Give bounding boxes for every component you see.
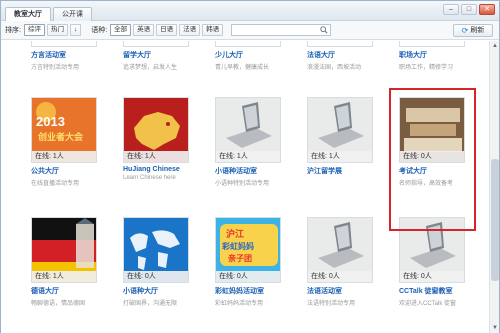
sort-composite-button[interactable]: 综评 <box>23 24 45 36</box>
room-thumbnail[interactable]: 在线: 0人 <box>123 217 189 283</box>
room-name[interactable]: 少儿大厅 <box>215 50 289 60</box>
refresh-label: 刷新 <box>470 27 485 34</box>
svg-text:沪江: 沪江 <box>226 228 244 239</box>
room-card[interactable]: 在线: 1人 小语种活动室 小语种特别活动专用 <box>215 97 289 187</box>
room-card[interactable]: 在线: 0人 法语活动室 法语特别活动专用 <box>307 217 381 307</box>
room-thumbnail[interactable]: 在线: 1人 <box>31 217 97 283</box>
room-name[interactable]: 法语活动室 <box>307 286 381 296</box>
filter-toolbar: 排序: 综评 热门 ↓ 语种: 全部 英语 日语 法语 韩语 <box>1 21 499 40</box>
lang-french-button[interactable]: 法语 <box>179 24 201 36</box>
language-label: 语种: <box>91 27 108 34</box>
room-card[interactable]: 沪江 彩虹妈妈 亲子团 在线: 0人 彩虹妈妈活动室 彩虹妈妈活动专用 <box>215 217 289 307</box>
room-desc: 法语特别活动专用 <box>307 301 356 307</box>
room-card[interactable]: 在线: 1人 德语大厅 畅聊德语，情品德国 <box>31 217 105 307</box>
room-thumbnail[interactable]: 沪江 彩虹妈妈 亲子团 在线: 0人 <box>215 217 281 283</box>
room-name[interactable]: 彩虹妈妈活动室 <box>215 286 289 296</box>
online-count: 在线: 1人 <box>308 151 372 162</box>
online-count: 在线: 1人 <box>32 271 96 282</box>
vertical-scrollbar[interactable]: ▲ ▼ <box>489 41 499 333</box>
room-desc: 青儿早教，健康成长 <box>215 65 270 71</box>
room-desc: Learn Chinese here <box>123 175 176 181</box>
room-name[interactable]: 公共大厅 <box>31 166 105 176</box>
tab-open-class[interactable]: 公开课 <box>53 7 92 21</box>
sort-hot-button[interactable]: 热门 <box>46 24 68 36</box>
refresh-button[interactable]: ⟳ 刷新 <box>453 24 493 37</box>
room-card[interactable]: 少儿大厅 青儿早教，健康成长 <box>215 41 289 71</box>
refresh-icon: ⟳ <box>461 26 469 35</box>
search-input[interactable] <box>231 24 332 36</box>
lang-korean-button[interactable]: 韩语 <box>202 24 224 36</box>
room-name[interactable]: 小语种大厅 <box>123 286 197 296</box>
room-desc: 职场工作，精修学习 <box>399 65 454 71</box>
room-desc: 方言特别活动专用 <box>31 65 80 71</box>
svg-text:2013: 2013 <box>36 114 65 129</box>
room-card[interactable]: 在线: 1人 HuJiang Chinese Learn Chinese her… <box>123 97 197 181</box>
svg-text:彩虹妈妈: 彩虹妈妈 <box>221 241 254 251</box>
online-count: 在线: 1人 <box>32 151 96 162</box>
svg-text:亲子团: 亲子团 <box>228 253 252 263</box>
room-desc: 浪漫法国，西坡活动 <box>307 65 362 71</box>
room-desc: 欢迎进入CCTalk 徒窗 <box>399 301 457 307</box>
room-desc: 小语种特别活动专用 <box>215 181 270 187</box>
room-desc: 追求梦想，启发人生 <box>123 65 178 71</box>
room-name[interactable]: 法语大厅 <box>307 50 381 60</box>
room-card[interactable]: 在线: 0人 小语种大厅 打破国界，沟通无限 <box>123 217 197 307</box>
room-thumbnail[interactable]: 在线: 0人 <box>307 217 373 283</box>
online-count: 在线: 1人 <box>216 151 280 162</box>
room-name[interactable]: CCTalk 徒窗教室 <box>399 286 473 296</box>
sort-desc-button[interactable]: ↓ <box>69 24 82 36</box>
scroll-thumb[interactable] <box>491 159 499 281</box>
room-name[interactable]: 留学大厅 <box>123 50 197 60</box>
title-bar: 教室大厅 公开课 – □ ✕ <box>1 1 499 21</box>
room-name[interactable]: 沪江留学展 <box>307 166 381 176</box>
room-desc: 彩虹妈妈活动专用 <box>215 301 264 307</box>
room-name[interactable]: 方言活动室 <box>31 50 105 60</box>
room-name[interactable]: 德语大厅 <box>31 286 105 296</box>
svg-text:创业者大会: 创业者大会 <box>37 131 84 142</box>
close-button[interactable]: ✕ <box>479 4 495 15</box>
tab-classroom-hall[interactable]: 教室大厅 <box>5 7 51 21</box>
room-card[interactable]: 职场大厅 职场工作，精修学习 <box>399 41 473 71</box>
online-count: 在线: 1人 <box>124 151 188 162</box>
online-count: 在线: 0人 <box>216 271 280 282</box>
app-window: 教室大厅 公开课 – □ ✕ 排序: 综评 热门 ↓ 语种: 全部 英语 日语 … <box>0 0 500 333</box>
selection-highlight <box>389 88 476 231</box>
room-thumbnail[interactable]: 在线: 1人 <box>307 97 373 163</box>
minimize-button[interactable]: – <box>443 4 459 15</box>
scroll-down-arrow-icon[interactable]: ▼ <box>491 324 499 332</box>
room-name[interactable]: 职场大厅 <box>399 50 473 60</box>
lang-all-button[interactable]: 全部 <box>110 24 132 36</box>
room-grid: 方言活动室 方言特别活动专用 留学大厅 追求梦想，启发人生 少儿大厅 青儿早教，… <box>1 41 489 333</box>
sort-label: 排序: <box>5 27 21 34</box>
online-count: 在线: 0人 <box>124 271 188 282</box>
maximize-button[interactable]: □ <box>461 4 477 15</box>
room-desc: 打破国界，沟通无限 <box>123 301 178 307</box>
room-name[interactable]: 小语种活动室 <box>215 166 289 176</box>
room-thumbnail[interactable]: 2013 创业者大会 在线: 1人 <box>31 97 97 163</box>
room-thumbnail[interactable]: 在线: 1人 <box>123 97 189 163</box>
room-card[interactable]: 2013 创业者大会 在线: 1人 公共大厅 在线直播活动专用 <box>31 97 105 187</box>
online-count: 在线: 0人 <box>400 271 464 282</box>
online-count: 在线: 0人 <box>308 271 372 282</box>
search-icon[interactable] <box>320 26 328 34</box>
room-card[interactable]: 留学大厅 追求梦想，启发人生 <box>123 41 197 71</box>
room-desc: 在线直播活动专用 <box>31 181 80 187</box>
room-card[interactable]: 在线: 1人 沪江留学展 <box>307 97 381 178</box>
room-desc: 畅聊德语，情品德国 <box>31 301 86 307</box>
window-controls: – □ ✕ <box>443 4 495 15</box>
scroll-up-arrow-icon[interactable]: ▲ <box>491 42 499 50</box>
lang-english-button[interactable]: 英语 <box>133 24 155 36</box>
lang-japanese-button[interactable]: 日语 <box>156 24 178 36</box>
room-name[interactable]: HuJiang Chinese <box>123 166 197 173</box>
room-thumbnail[interactable]: 在线: 1人 <box>215 97 281 163</box>
room-card[interactable]: 方言活动室 方言特别活动专用 <box>31 41 105 71</box>
room-card[interactable]: 法语大厅 浪漫法国，西坡活动 <box>307 41 381 71</box>
